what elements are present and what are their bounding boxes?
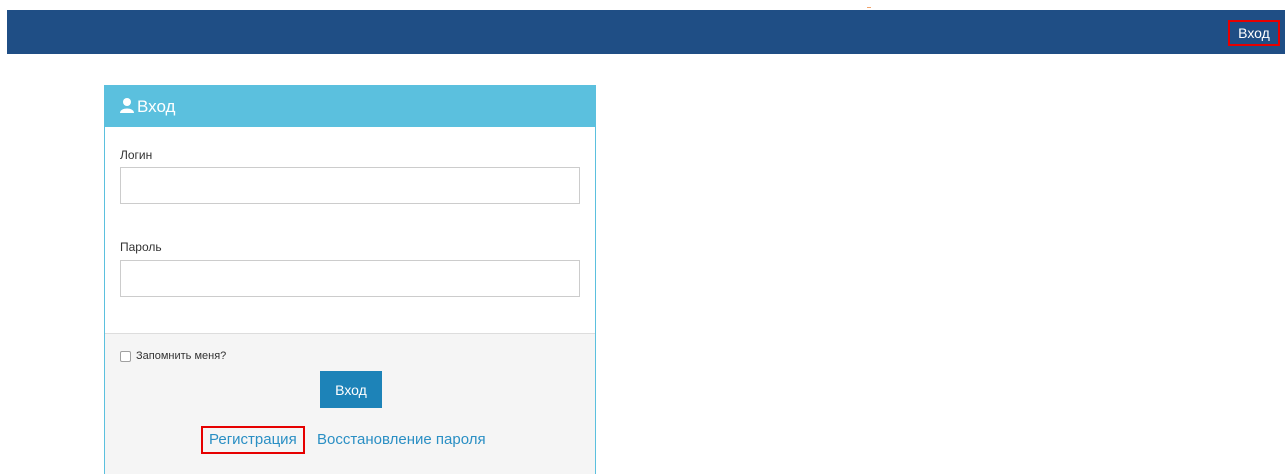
login-panel-footer: Запомнить меня? Вход Регистрация Восстан…	[105, 333, 595, 474]
orange-mark	[867, 7, 871, 8]
password-label: Пароль	[120, 240, 162, 254]
remember-me-label[interactable]: Запомнить меня?	[136, 350, 226, 362]
top-navbar	[7, 10, 1285, 54]
remember-me-row: Запомнить меня?	[120, 348, 226, 364]
navbar-login-link[interactable]: Вход	[1228, 20, 1280, 46]
user-icon	[119, 97, 135, 113]
username-label: Логин	[120, 148, 153, 162]
recover-password-link[interactable]: Восстановление пароля	[317, 430, 486, 450]
remember-me-checkbox[interactable]	[120, 350, 131, 362]
login-submit-button[interactable]: Вход	[320, 371, 382, 408]
register-link[interactable]: Регистрация	[201, 426, 305, 454]
username-input[interactable]	[120, 167, 580, 204]
login-panel-heading: Вход	[105, 86, 595, 127]
login-panel: Вход Логин Пароль Запомнить меня? Вход Р…	[104, 85, 596, 474]
login-panel-title: Вход	[137, 97, 176, 116]
page: Вход Вход Логин Пароль Запомнить меня? В…	[0, 0, 1285, 474]
password-input[interactable]	[120, 260, 580, 297]
